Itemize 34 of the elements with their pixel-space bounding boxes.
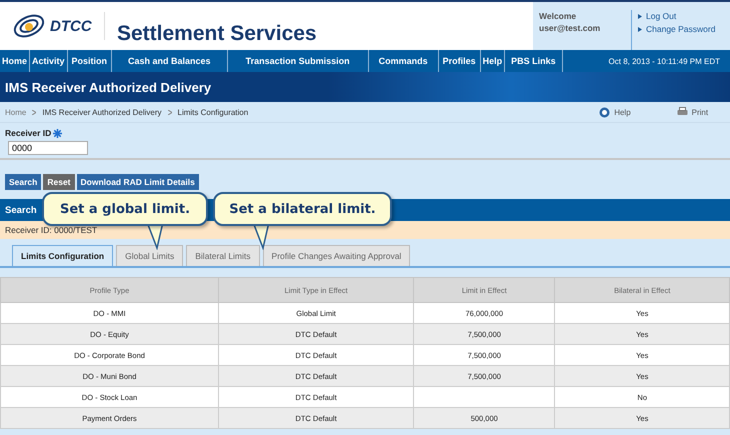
callout: Set a global limit. (42, 192, 208, 226)
print-link[interactable]: Print (676, 107, 708, 117)
results-title: Search (5, 204, 37, 216)
printer-icon (676, 107, 688, 117)
tab[interactable]: Limits Configuration (12, 245, 114, 266)
tab[interactable]: Bilateral Limits (186, 245, 260, 266)
action-button[interactable]: Search (5, 174, 42, 190)
user-email: user@test.com (539, 22, 602, 34)
date-time: Oct 8, 2013 - 10:11:49 PM EDT (608, 56, 721, 66)
account-link[interactable]: Change Password (646, 23, 716, 36)
arrow-icon (638, 27, 642, 32)
receiver-info: Receiver ID: 0000/TEST (5, 225, 98, 235)
required-icon (53, 128, 62, 138)
action-button[interactable]: Download RAD Limit Details (76, 174, 199, 190)
brand-name: DTCC (50, 18, 92, 34)
callout: Set a bilateral limit. (213, 192, 392, 226)
help-link[interactable]: Help (599, 106, 631, 118)
tab[interactable]: Global Limits (116, 245, 184, 266)
field-label: Receiver ID (5, 128, 725, 138)
breadcrumb-item[interactable]: Home (5, 108, 26, 116)
chevron-icon (32, 110, 36, 114)
receiver-id-input[interactable]: 0000 (8, 141, 88, 155)
account-link[interactable]: Log Out (646, 10, 676, 23)
chevron-icon (168, 110, 172, 114)
page-title: IMS Receiver Authorized Delivery (5, 80, 212, 94)
welcome-text: Welcome (539, 10, 578, 22)
breadcrumb-item: Limits Configuration (178, 108, 248, 116)
tab[interactable]: Profile Changes Awaiting Approval (262, 245, 410, 266)
logo-icon (12, 13, 46, 39)
help-icon (599, 106, 610, 118)
action-button[interactable]: Reset (43, 174, 75, 190)
app-title: Settlement Services (116, 21, 318, 47)
breadcrumb-item[interactable]: IMS Receiver Authorized Delivery (42, 108, 162, 116)
arrow-icon (638, 14, 642, 19)
